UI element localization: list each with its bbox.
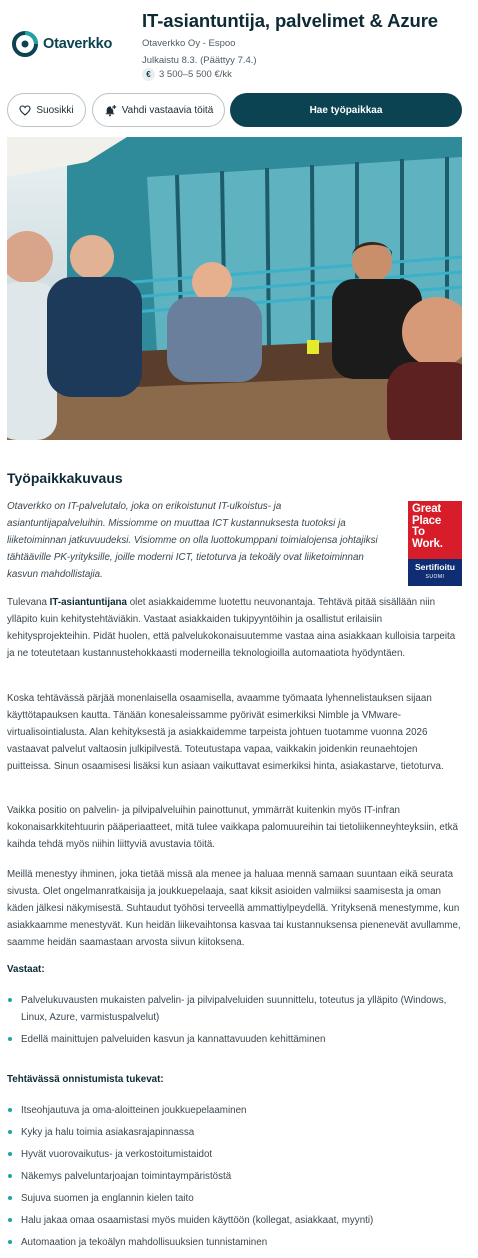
company-intro: Otaverkko on IT-palvelutalo, joka on eri…	[7, 501, 378, 580]
support-heading: Tehtävässä onnistumista tukevat:	[7, 1074, 164, 1085]
badge-certified: Sertifioitu SUOMI	[408, 559, 462, 586]
description-paragraph: Meillä menestyy ihminen, joka tietää mis…	[7, 869, 461, 948]
euro-icon: €	[142, 68, 155, 81]
apply-button[interactable]: Hae työpaikkaa	[230, 93, 462, 127]
watch-similar-button[interactable]: Vahdi vastaavia töitä	[92, 93, 225, 127]
description-paragraph: Vaikka positio on palvelin- ja pilvipalv…	[7, 805, 458, 850]
list-item: Palvelukuvausten mukaisten palvelin- ja …	[7, 992, 462, 1026]
list-item: Kyky ja halu toimia asiakasrajapinnassa	[7, 1124, 462, 1141]
list-item: Edellä mainittujen palveluiden kasvun ja…	[7, 1031, 462, 1048]
team-photo-illustration	[7, 137, 462, 440]
hero-photo	[7, 137, 462, 440]
salary-text: 3 500–5 500 €/kk	[159, 69, 232, 80]
salary-info: € 3 500–5 500 €/kk	[142, 68, 232, 81]
watch-similar-label: Vahdi vastaavia töitä	[121, 104, 214, 116]
favorite-button[interactable]: Suosikki	[7, 93, 86, 127]
description-paragraph: Tulevana IT-asiantuntijana olet asiakkai…	[7, 597, 456, 659]
list-item: Itseohjautuva ja oma-aloitteinen joukkue…	[7, 1102, 462, 1119]
otaverkko-logo-icon	[12, 31, 38, 57]
responsibilities-list: Palvelukuvausten mukaisten palvelin- ja …	[7, 992, 462, 1053]
favorite-label: Suosikki	[36, 104, 74, 116]
heart-icon	[19, 104, 31, 116]
list-item: Hyvät vuorovaikutus- ja verkostoitumista…	[7, 1146, 462, 1163]
publish-date: Julkaistu 8.3. (Päättyy 7.4.)	[142, 55, 257, 66]
list-item: Halu jakaa omaa osaamistasi myös muiden …	[7, 1212, 462, 1229]
job-title: IT-asiantuntija, palvelimet & Azure	[142, 10, 438, 31]
company-location[interactable]: Otaverkko Oy - Espoo	[142, 38, 235, 49]
list-item: Automaation ja tekoälyn mahdollisuuksien…	[7, 1234, 462, 1251]
description-paragraph: Koska tehtävässä pärjää monenlaisella os…	[7, 693, 444, 772]
company-logo-text: Otaverkko	[43, 36, 113, 52]
section-title-description: Työpaikkakuvaus	[7, 470, 123, 486]
list-item: Näkemys palveluntarjoajan toimintaympäri…	[7, 1168, 462, 1185]
responsibilities-heading: Vastaat:	[7, 964, 45, 975]
company-logo[interactable]: Otaverkko	[12, 30, 120, 58]
great-place-to-work-badge: Great Place To Work. Sertifioitu SUOMI	[408, 501, 462, 586]
bell-plus-icon	[105, 104, 116, 116]
support-list: Itseohjautuva ja oma-aloitteinen joukkue…	[7, 1102, 462, 1256]
list-item: Sujuva suomen ja englannin kielen taito	[7, 1190, 462, 1207]
